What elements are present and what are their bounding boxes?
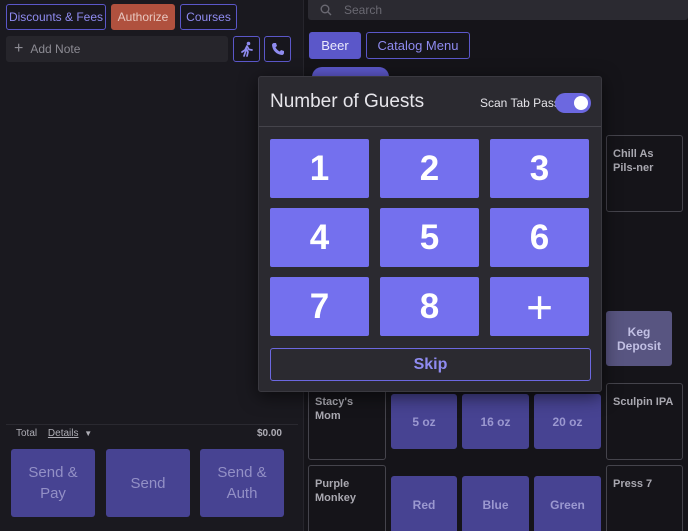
guest-count-3-button[interactable]: 3: [490, 139, 589, 198]
plus-icon: +: [14, 40, 24, 57]
tab-beer[interactable]: Beer: [309, 32, 361, 59]
guest-count-4-button[interactable]: 4: [270, 208, 369, 267]
tab-catalog-menu[interactable]: Catalog Menu: [366, 32, 470, 59]
authorize-button[interactable]: Authorize: [111, 4, 175, 30]
color-red-button[interactable]: Red: [391, 476, 457, 531]
more-guests-button[interactable]: +: [490, 277, 589, 336]
scan-tab-pass-toggle[interactable]: [555, 93, 591, 113]
total-label: Total: [16, 428, 38, 439]
guest-count-7-button[interactable]: 7: [270, 277, 369, 336]
guest-count-6-button[interactable]: 6: [490, 208, 589, 267]
total-row: Total Details ▼ $0.00: [16, 428, 282, 439]
item-stacys-mom[interactable]: Stacy's Mom: [308, 383, 386, 460]
send-and-auth-button[interactable]: Send & Auth: [200, 449, 284, 517]
size-5oz-button[interactable]: 5 oz: [391, 394, 457, 449]
number-of-guests-dialog: Number of Guests Scan Tab Pass 1 2 3 4 5…: [258, 76, 602, 392]
discounts-fees-button[interactable]: Discounts & Fees: [6, 4, 106, 30]
send-button[interactable]: Send: [106, 449, 190, 517]
size-16oz-button[interactable]: 16 oz: [462, 394, 529, 449]
total-divider: [6, 424, 298, 425]
item-purple-monkey[interactable]: Purple Monkey: [308, 465, 386, 531]
guest-count-5-button[interactable]: 5: [380, 208, 479, 267]
scan-tab-pass-label: Scan Tab Pass: [480, 96, 560, 110]
dialog-title: Number of Guests: [270, 91, 425, 112]
send-and-pay-button[interactable]: Send & Pay: [11, 449, 95, 517]
courses-button[interactable]: Courses: [180, 4, 237, 30]
color-blue-button[interactable]: Blue: [462, 476, 529, 531]
item-sculpin-ipa[interactable]: Sculpin IPA: [606, 383, 683, 460]
add-note-label: Add Note: [30, 42, 81, 56]
details-link[interactable]: Details: [48, 428, 79, 439]
search-placeholder: Search: [344, 3, 383, 17]
phone-button[interactable]: [264, 36, 291, 62]
skip-button[interactable]: Skip: [270, 348, 591, 381]
guest-count-8-button[interactable]: 8: [380, 277, 479, 336]
search-input[interactable]: Search: [308, 0, 688, 20]
item-keg-deposit[interactable]: Keg Deposit: [606, 311, 672, 366]
color-green-button[interactable]: Green: [534, 476, 601, 531]
guest-count-1-button[interactable]: 1: [270, 139, 369, 198]
phone-icon: [271, 43, 284, 55]
dialog-header: Number of Guests Scan Tab Pass: [259, 77, 601, 127]
size-20oz-button[interactable]: 20 oz: [534, 394, 601, 449]
chevron-down-icon[interactable]: ▼: [84, 429, 92, 438]
item-chill-as-pilsner[interactable]: Chill As Pils-ner: [606, 135, 683, 212]
search-icon: [320, 4, 332, 16]
toggle-knob: [574, 96, 588, 110]
guest-count-2-button[interactable]: 2: [380, 139, 479, 198]
walking-person-icon: [240, 41, 253, 57]
item-press-7[interactable]: Press 7: [606, 465, 683, 531]
total-amount: $0.00: [256, 428, 282, 439]
walking-person-button[interactable]: [233, 36, 260, 62]
add-note-field[interactable]: + Add Note: [6, 36, 228, 62]
